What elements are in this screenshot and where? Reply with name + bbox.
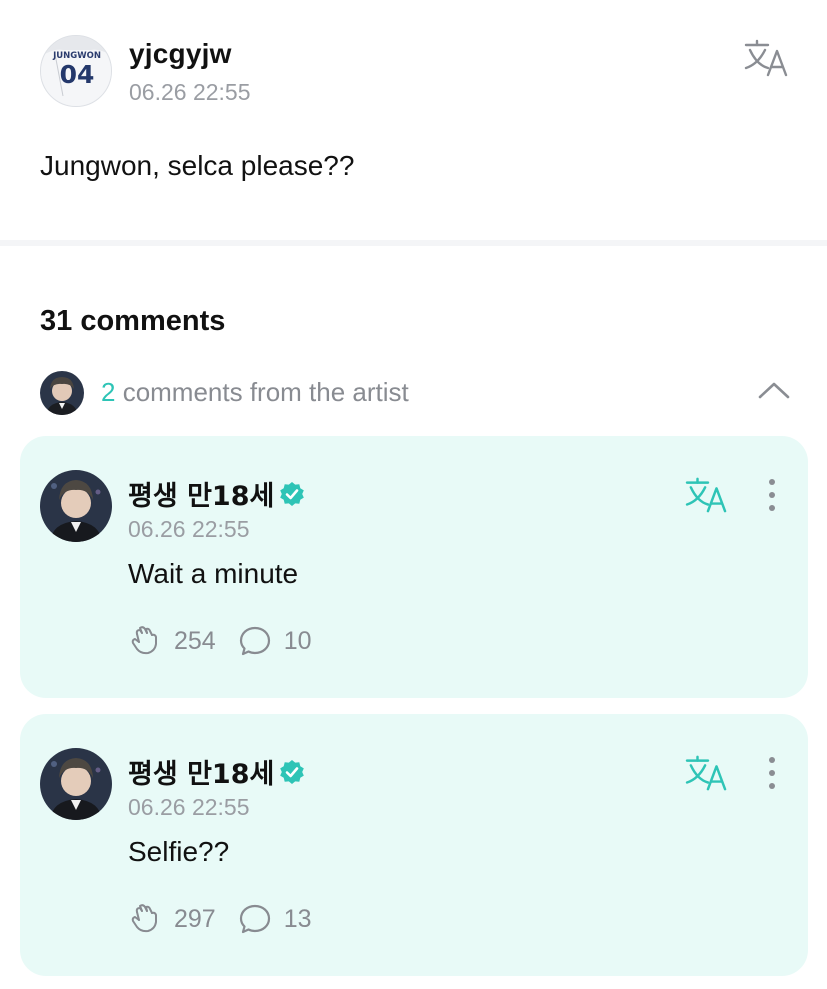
artist-avatar[interactable] [40, 748, 112, 820]
translate-icon[interactable] [743, 38, 791, 78]
artist-comments-count: 2 [101, 377, 116, 407]
reply-button[interactable]: 13 [238, 902, 312, 936]
cheer-hand-icon [131, 626, 157, 655]
speech-bubble-icon [239, 904, 270, 934]
section-divider [0, 240, 827, 246]
like-count: 297 [174, 904, 216, 933]
artist-name-row: 평생 만18세 [128, 752, 306, 791]
post-username[interactable]: yjcgyjw [129, 38, 232, 70]
translate-icon[interactable] [684, 754, 730, 792]
comment-date: 06.26 22:55 [128, 516, 250, 542]
cheer-hand-icon [131, 904, 157, 933]
comment-date: 06.26 22:55 [128, 794, 250, 820]
post-date: 06.26 22:55 [129, 79, 251, 105]
comments-count: 31 comments [40, 305, 226, 337]
artist-comment-card: 평생 만18세 06.26 22:55 Selfie?? 297 13 [20, 714, 808, 976]
artist-name-row: 평생 만18세 [128, 474, 306, 513]
jersey-avatar-image: JUNGWON 04 [41, 36, 111, 106]
artist-name[interactable]: 평생 만18세 [128, 474, 274, 513]
artist-avatar[interactable] [40, 470, 112, 542]
verified-badge-icon [280, 481, 305, 506]
post: JUNGWON 04 yjcgyjw 06.26 22:55 Jungwon, … [0, 0, 827, 240]
artist-name[interactable]: 평생 만18세 [128, 752, 274, 791]
like-button[interactable]: 297 [128, 902, 216, 936]
speech-bubble-icon [239, 626, 270, 656]
user-avatar[interactable]: JUNGWON 04 [40, 35, 112, 107]
more-options-icon[interactable] [760, 476, 784, 516]
chevron-up-icon[interactable] [756, 377, 792, 405]
post-body: Jungwon, selca please?? [40, 150, 355, 181]
comment-actions: 254 10 [128, 624, 334, 658]
artist-comments-text: comments from the artist [115, 377, 409, 407]
artist-comments-toggle[interactable]: 2 comments from the artist [0, 365, 827, 421]
reply-button[interactable]: 10 [238, 624, 312, 658]
like-count: 254 [174, 626, 216, 655]
verified-badge-icon [280, 759, 305, 784]
jersey-number-text: 04 [60, 60, 95, 89]
artist-comments-label: 2 comments from the artist [101, 377, 409, 408]
reply-count: 10 [283, 626, 312, 655]
more-options-icon[interactable] [760, 754, 784, 794]
comment-text: Selfie?? [128, 836, 230, 867]
artist-comment-card: 평생 만18세 06.26 22:55 Wait a minute 254 10 [20, 436, 808, 698]
reply-count: 13 [283, 904, 312, 933]
translate-icon[interactable] [684, 476, 730, 514]
comment-text: Wait a minute [128, 558, 299, 589]
comment-actions: 297 13 [128, 902, 334, 936]
artist-avatar-small [40, 371, 84, 415]
like-button[interactable]: 254 [128, 624, 216, 658]
